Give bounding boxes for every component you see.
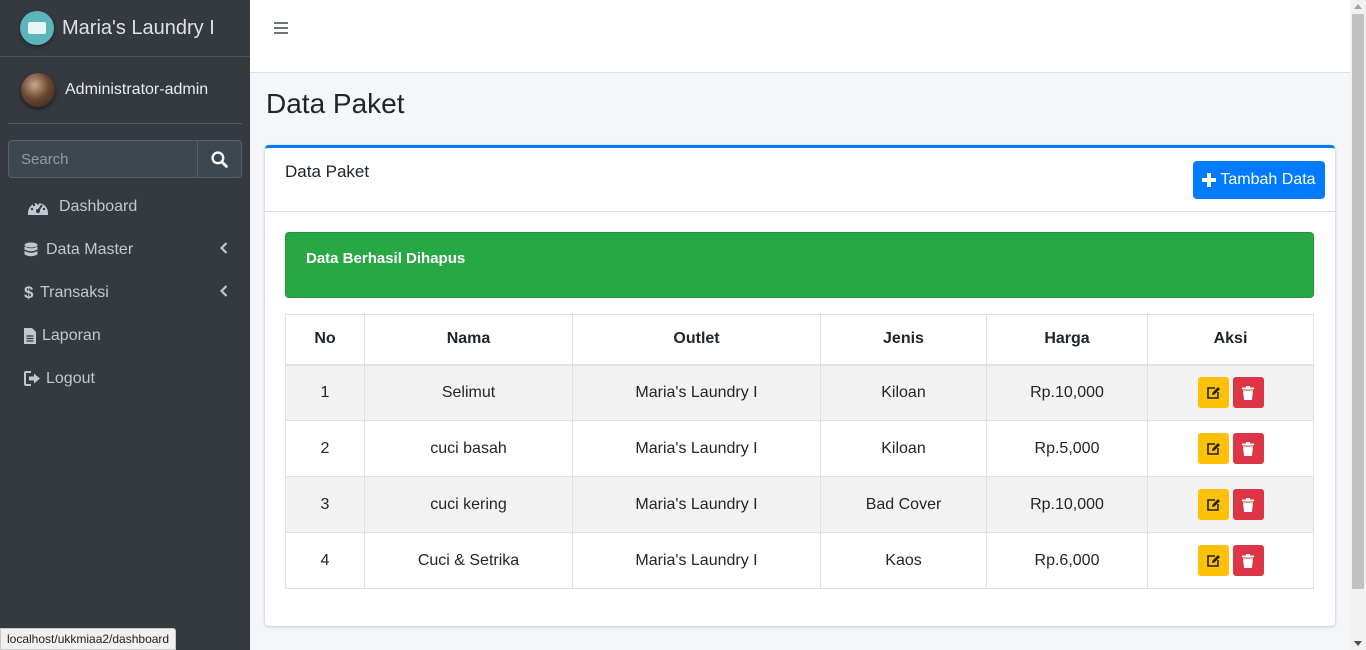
cell-aksi: [1147, 420, 1314, 477]
edit-icon: [1206, 442, 1220, 455]
chevron-left-icon: [220, 242, 228, 254]
dollar-icon: $: [24, 282, 34, 302]
cell-jenis: Kiloan: [820, 420, 987, 477]
trash-icon: [1242, 553, 1254, 568]
sidebar-item-laporan[interactable]: Laporan: [8, 314, 242, 357]
edit-icon: [1206, 386, 1220, 399]
browser-status-url: localhost/ukkmiaa2/dashboard: [0, 628, 177, 650]
user-name: Administrator-admin: [65, 81, 209, 98]
sidebar-item-label: Logout: [46, 369, 95, 387]
sidebar-item-label: Laporan: [42, 326, 101, 344]
success-alert: Data Berhasil Dihapus: [285, 232, 1314, 298]
cell-nama: Selimut: [364, 364, 573, 421]
sidebar-item-dashboard[interactable]: Dashboard: [8, 185, 242, 228]
cell-harga: Rp.6,000: [986, 532, 1148, 589]
card-header: Data Paket Tambah Data: [265, 148, 1335, 212]
sign-out-icon: [24, 371, 44, 386]
cell-outlet: Maria's Laundry I: [572, 476, 821, 533]
cell-outlet: Maria's Laundry I: [572, 532, 821, 589]
cell-no: 3: [285, 476, 365, 533]
cell-jenis: Bad Cover: [820, 476, 987, 533]
delete-button[interactable]: [1232, 433, 1264, 464]
file-icon: [24, 327, 40, 344]
table-row: 4 Cuci & Setrika Maria's Laundry I Kaos …: [285, 532, 1314, 589]
brand-link[interactable]: Maria's Laundry I: [0, 0, 250, 57]
sidebar-item-label: Data Master: [46, 240, 134, 258]
scroll-down-icon[interactable]: [1354, 641, 1362, 646]
avatar: [21, 73, 55, 107]
search-button[interactable]: [197, 140, 242, 178]
cell-aksi: [1147, 532, 1314, 589]
plus-icon: [1202, 173, 1217, 187]
sidebar-item-logout[interactable]: Logout: [8, 357, 242, 400]
cell-jenis: Kaos: [820, 532, 987, 589]
delete-button[interactable]: [1232, 377, 1264, 409]
cell-no: 2: [285, 420, 365, 477]
delete-button[interactable]: [1232, 489, 1264, 520]
edit-icon: [1206, 554, 1220, 567]
cell-jenis: Kiloan: [820, 364, 987, 421]
cell-aksi: [1147, 476, 1314, 533]
col-header-harga: Harga: [986, 314, 1148, 366]
cell-harga: Rp.10,000: [986, 364, 1148, 421]
search-icon: [211, 150, 228, 168]
sidebar-item-label: Dashboard: [59, 197, 138, 215]
edit-button[interactable]: [1197, 433, 1229, 464]
cell-harga: Rp.5,000: [986, 420, 1148, 477]
cell-nama: cuci basah: [364, 420, 573, 477]
edit-button[interactable]: [1197, 545, 1229, 576]
search-input[interactable]: [8, 140, 197, 178]
sidebar-item-label: Transaksi: [40, 283, 109, 301]
table-row: 2 cuci basah Maria's Laundry I Kiloan Rp…: [285, 420, 1314, 477]
tachometer-icon: [27, 198, 57, 216]
trash-icon: [1242, 385, 1254, 400]
database-icon: [24, 242, 44, 258]
scrollbar[interactable]: [1350, 0, 1366, 650]
sidebar: Maria's Laundry I Administrator-admin Da…: [0, 0, 250, 650]
table-row: 1 Selimut Maria's Laundry I Kiloan Rp.10…: [285, 364, 1314, 421]
edit-icon: [1206, 498, 1220, 511]
edit-button[interactable]: [1197, 377, 1229, 409]
cell-nama: cuci kering: [364, 476, 573, 533]
add-data-button[interactable]: Tambah Data: [1193, 161, 1325, 199]
trash-icon: [1242, 441, 1254, 456]
add-data-label: Tambah Data: [1220, 171, 1316, 188]
col-header-outlet: Outlet: [572, 314, 821, 366]
menu-toggle-icon[interactable]: [274, 21, 288, 35]
col-header-aksi: Aksi: [1147, 314, 1314, 366]
scroll-thumb[interactable]: [1352, 14, 1364, 589]
top-navbar: [250, 0, 1350, 73]
col-header-no: No: [285, 314, 365, 366]
sidebar-nav: Dashboard Data Master $ Transaksi Lapora…: [8, 185, 242, 400]
sidebar-item-data-master[interactable]: Data Master: [8, 228, 242, 271]
trash-icon: [1242, 497, 1254, 512]
user-panel[interactable]: Administrator-admin: [8, 57, 242, 124]
col-header-nama: Nama: [364, 314, 573, 366]
table-row: 3 cuci kering Maria's Laundry I Bad Cove…: [285, 476, 1314, 533]
sidebar-item-transaksi[interactable]: $ Transaksi: [8, 271, 242, 314]
card-title: Data Paket: [285, 162, 370, 181]
sidebar-search: [8, 140, 242, 178]
data-card: Data Paket Tambah Data Data Berhasil Dih…: [265, 145, 1335, 626]
cell-no: 4: [285, 532, 365, 589]
cell-outlet: Maria's Laundry I: [572, 364, 821, 421]
table-header-row: No Nama Outlet Jenis Harga Aksi: [285, 314, 1314, 366]
cell-harga: Rp.10,000: [986, 476, 1148, 533]
cell-nama: Cuci & Setrika: [364, 532, 573, 589]
cell-aksi: [1147, 364, 1314, 421]
col-header-jenis: Jenis: [820, 314, 987, 366]
page-title: Data Paket: [266, 88, 405, 119]
chevron-left-icon: [220, 285, 228, 297]
cell-outlet: Maria's Laundry I: [572, 420, 821, 477]
paket-table: No Nama Outlet Jenis Harga Aksi 1 Selimu…: [285, 314, 1314, 589]
delete-button[interactable]: [1232, 545, 1264, 576]
scroll-up-icon[interactable]: [1354, 4, 1362, 9]
edit-button[interactable]: [1197, 489, 1229, 520]
brand-logo-icon: [20, 11, 54, 45]
cell-no: 1: [285, 364, 365, 421]
brand-name: Maria's Laundry I: [62, 16, 215, 39]
